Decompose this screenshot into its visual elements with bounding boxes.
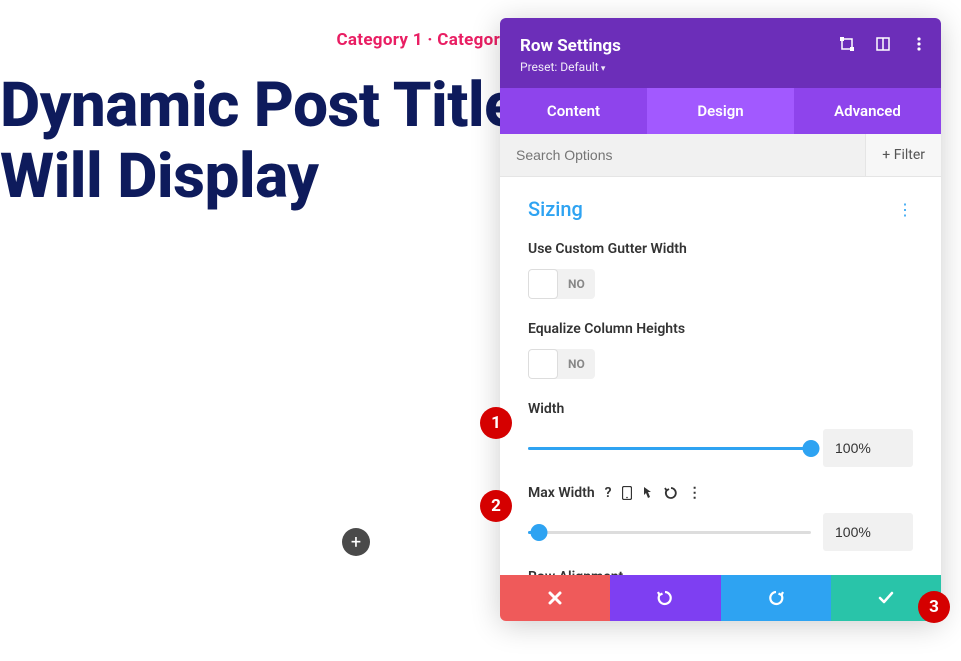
slider-thumb[interactable] — [803, 440, 820, 457]
undo-button[interactable] — [610, 575, 720, 621]
callout-3: 3 — [918, 591, 950, 623]
width-label: Width — [528, 401, 913, 417]
toggle-value: NO — [558, 277, 595, 291]
section-title-sizing[interactable]: Sizing — [528, 197, 583, 221]
row-settings-panel: Row Settings Preset: Default Content Des… — [500, 18, 941, 621]
plus-icon: + — [351, 532, 361, 553]
max-width-slider[interactable] — [528, 522, 811, 542]
search-input[interactable] — [500, 134, 865, 176]
more-options-icon[interactable]: ⋮ — [688, 485, 702, 501]
cancel-button[interactable] — [500, 575, 610, 621]
section-menu-icon[interactable]: ⋮ — [897, 200, 913, 219]
help-icon[interactable]: ? — [605, 485, 612, 501]
equalize-heights-toggle[interactable]: NO — [528, 349, 595, 379]
panel-header: Row Settings Preset: Default — [500, 18, 941, 88]
add-section-button[interactable]: + — [342, 528, 370, 556]
max-width-value-input[interactable] — [823, 513, 913, 551]
snap-icon[interactable] — [875, 36, 891, 52]
tab-design[interactable]: Design — [647, 88, 794, 134]
tab-content[interactable]: Content — [500, 88, 647, 134]
gutter-width-toggle[interactable]: NO — [528, 269, 595, 299]
callout-1: 1 — [480, 407, 512, 439]
toggle-knob — [528, 269, 558, 299]
preset-dropdown[interactable]: Preset: Default — [520, 60, 921, 74]
page-title-line-2: Will Display — [0, 140, 318, 213]
close-icon — [548, 591, 562, 605]
redo-icon — [767, 589, 785, 607]
width-slider[interactable] — [528, 438, 811, 458]
toggle-knob — [528, 349, 558, 379]
hover-icon[interactable] — [642, 486, 654, 500]
filter-label: Filter — [894, 147, 925, 163]
undo-icon — [656, 589, 674, 607]
redo-button[interactable] — [721, 575, 831, 621]
slider-fill — [528, 447, 811, 450]
expand-icon[interactable] — [839, 36, 855, 52]
panel-footer — [500, 575, 941, 621]
equalize-heights-label: Equalize Column Heights — [528, 321, 913, 337]
max-width-label: Max Width — [528, 485, 595, 501]
check-icon — [878, 591, 894, 605]
tab-advanced[interactable]: Advanced — [794, 88, 941, 134]
search-row: + Filter — [500, 134, 941, 177]
slider-track — [528, 531, 811, 534]
panel-tabs: Content Design Advanced — [500, 88, 941, 134]
gutter-width-label: Use Custom Gutter Width — [528, 241, 913, 257]
slider-thumb[interactable] — [531, 524, 548, 541]
phone-icon[interactable] — [622, 486, 632, 500]
panel-body[interactable]: Sizing ⋮ Use Custom Gutter Width NO Equa… — [500, 177, 941, 575]
toggle-value: NO — [558, 357, 595, 371]
row-alignment-label: Row Alignment — [528, 569, 913, 575]
plus-icon: + — [882, 147, 890, 163]
page-title-line-1: Dynamic Post Title — [0, 69, 517, 142]
more-icon[interactable] — [911, 36, 927, 52]
filter-button[interactable]: + Filter — [865, 134, 941, 176]
width-value-input[interactable] — [823, 429, 913, 467]
reset-icon[interactable] — [664, 486, 678, 500]
callout-2: 2 — [480, 490, 512, 522]
